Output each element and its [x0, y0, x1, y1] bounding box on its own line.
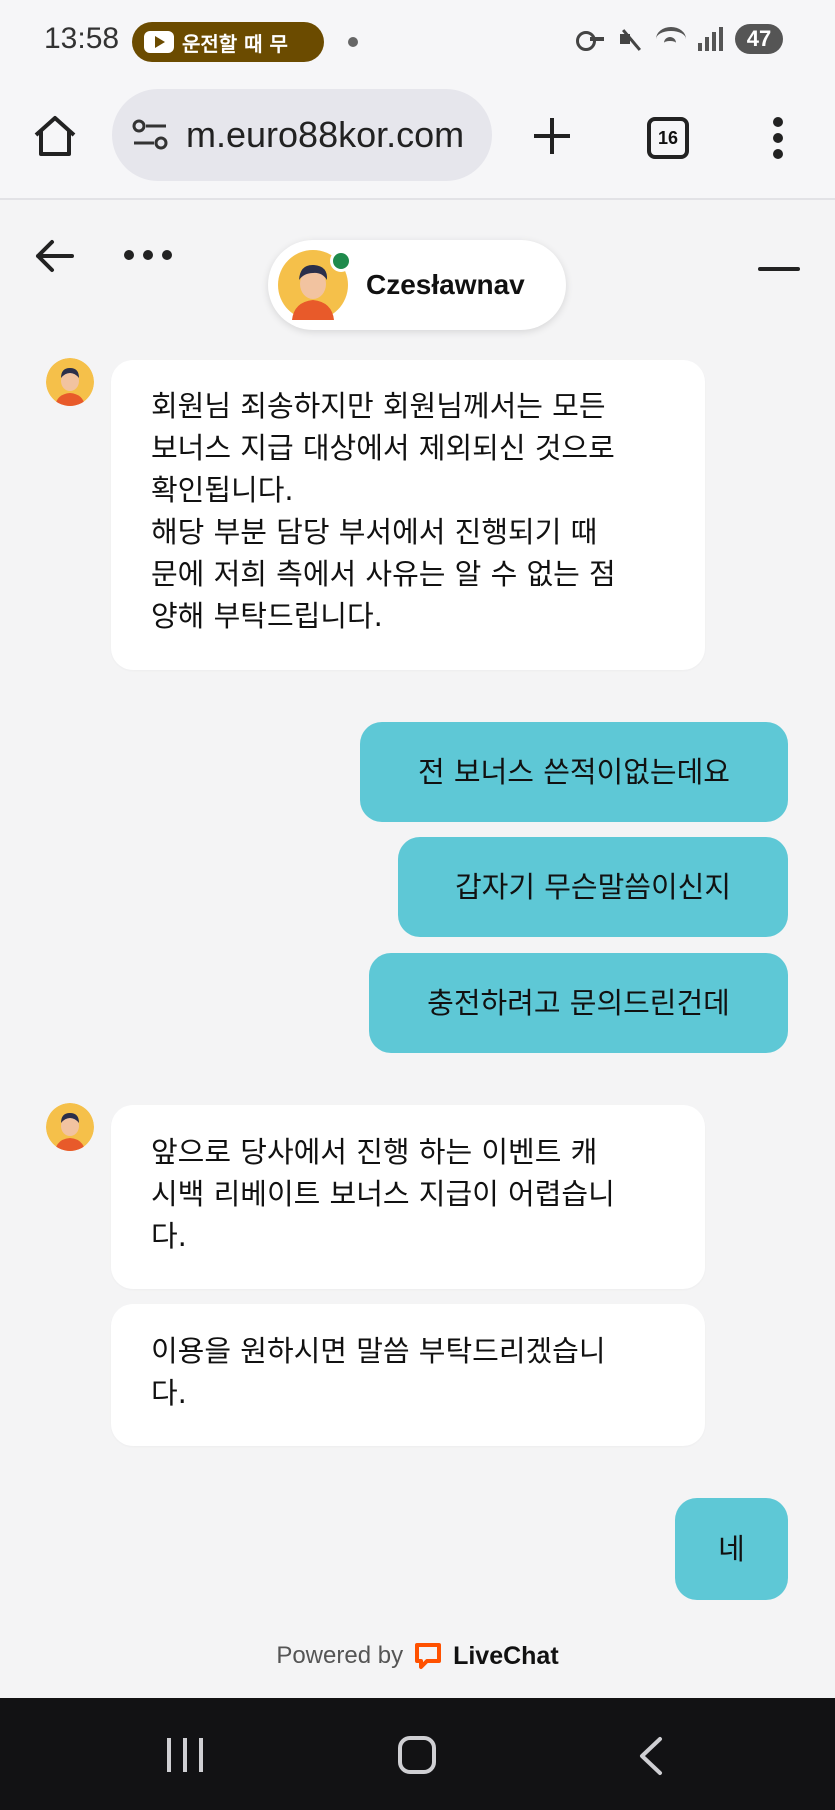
agent-message-bubble: 회원님 죄송하지만 회원님께서는 모든 보너스 지급 대상에서 제외되신 것으로…	[111, 360, 705, 670]
message-line: 확인됩니다.	[151, 473, 294, 507]
home-button-icon[interactable]	[398, 1736, 436, 1774]
livechat-logo-icon	[415, 1643, 442, 1669]
home-icon[interactable]	[32, 113, 78, 159]
status-icons: 47	[576, 24, 783, 54]
agent-message-bubble: 이용을 원하시면 말씀 부탁드리겠습니 다.	[111, 1304, 705, 1446]
battery-indicator: 47	[735, 24, 783, 54]
system-navigation-bar	[0, 1698, 835, 1810]
powered-by-footer[interactable]: Powered by LiveChat	[0, 1638, 835, 1674]
more-options-icon[interactable]	[124, 250, 172, 260]
browser-toolbar: m.euro88kor.com 16	[0, 80, 835, 200]
recent-apps-icon[interactable]	[167, 1738, 203, 1772]
message-text: 충전하려고 문의드린건데	[427, 986, 730, 1020]
message-line: 문에 저희 측에서 사유는 알 수 없는 점	[151, 557, 616, 591]
wifi-icon	[656, 27, 686, 51]
youtube-notice-text: 운전할 때 무	[182, 31, 288, 56]
vpn-key-icon	[576, 28, 606, 51]
tab-switcher-button[interactable]: 16	[647, 117, 689, 159]
message-text: 전 보너스 쓴적이없는데요	[418, 755, 730, 789]
agent-message-bubble: 앞으로 당사에서 진행 하는 이벤트 캐 시백 리베이트 보너스 지급이 어렵습…	[111, 1105, 705, 1289]
site-settings-icon[interactable]	[130, 115, 170, 155]
message-line: 회원님 죄송하지만 회원님께서는 모든	[151, 389, 606, 423]
message-line: 보너스 지급 대상에서 제외되신 것으로	[151, 431, 615, 465]
message-line: 양해 부탁드립니다.	[151, 599, 383, 633]
livechat-brand: LiveChat	[453, 1641, 559, 1670]
message-line: 다.	[151, 1219, 187, 1253]
user-message-bubble: 네	[675, 1498, 788, 1600]
message-line: 다.	[151, 1376, 187, 1410]
back-arrow-icon[interactable]	[34, 238, 74, 274]
url-text: m.euro88kor.com	[186, 114, 465, 155]
signal-icon	[698, 27, 723, 51]
status-time: 13:58	[44, 22, 120, 55]
online-status-dot	[330, 250, 352, 272]
message-line: 앞으로 당사에서 진행 하는 이벤트 캐	[151, 1135, 598, 1169]
chat-header: Czesławnav	[0, 202, 835, 342]
new-tab-icon[interactable]	[530, 114, 574, 158]
user-message-bubble: 충전하려고 문의드린건데	[369, 953, 788, 1053]
message-line: 이용을 원하시면 말씀 부탁드리겠습니	[151, 1334, 606, 1368]
message-line: 시백 리베이트 보너스 지급이 어렵습니	[151, 1177, 615, 1211]
agent-name: Czesławnav	[366, 269, 525, 300]
status-bar: 13:58 운전할 때 무 47	[0, 0, 835, 80]
powered-by-label: Powered by	[276, 1642, 404, 1669]
agent-avatar-small	[46, 1103, 94, 1151]
user-message-bubble: 갑자기 무슨말씀이신지	[398, 837, 788, 937]
browser-menu-icon[interactable]	[771, 117, 785, 159]
mute-icon	[618, 26, 644, 52]
system-back-icon[interactable]	[636, 1736, 666, 1776]
youtube-notification-pill[interactable]: 운전할 때 무	[132, 22, 324, 62]
minimize-icon[interactable]	[758, 267, 800, 271]
agent-info-pill: Czesławnav	[268, 240, 566, 330]
notification-dot-icon	[348, 37, 358, 47]
message-text: 갑자기 무슨말씀이신지	[454, 870, 732, 904]
agent-avatar-small	[46, 358, 94, 406]
message-text: 네	[718, 1532, 745, 1566]
message-line: 해당 부분 담당 부서에서 진행되기 때	[151, 515, 598, 549]
agent-avatar	[278, 250, 352, 320]
youtube-icon	[144, 31, 174, 53]
user-message-bubble: 전 보너스 쓴적이없는데요	[360, 722, 788, 822]
address-bar[interactable]: m.euro88kor.com	[112, 89, 492, 181]
